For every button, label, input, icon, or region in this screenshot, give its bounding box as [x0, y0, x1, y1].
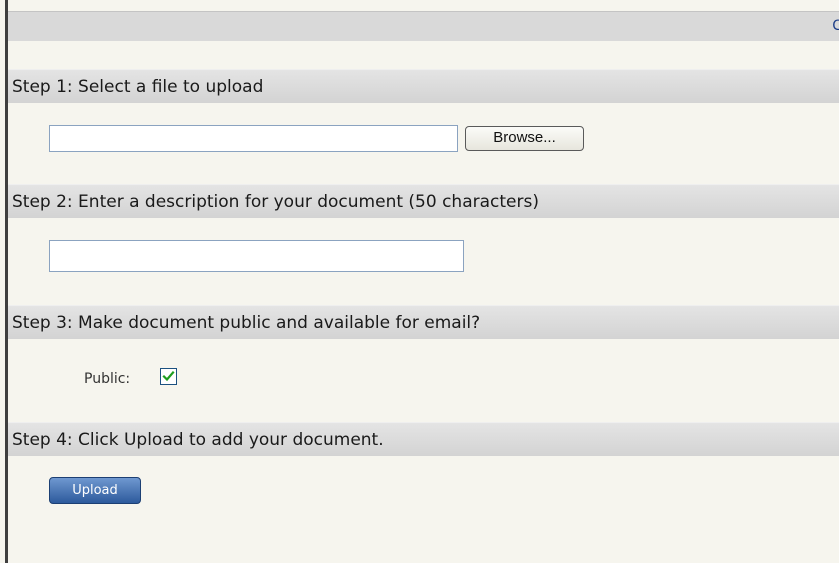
step-4-header: Step 4: Click Upload to add your documen…: [8, 422, 839, 456]
top-bar-text[interactable]: C: [832, 18, 839, 34]
description-input[interactable]: [49, 240, 464, 272]
step-1-title: Step 1: Select a file to upload: [12, 77, 264, 97]
public-checkbox[interactable]: [160, 368, 177, 385]
step-2-title: Step 2: Enter a description for your doc…: [12, 192, 539, 212]
top-bar: C: [8, 11, 839, 41]
checkmark-icon: [162, 370, 175, 382]
upload-button[interactable]: Upload: [49, 477, 141, 504]
step-3-header: Step 3: Make document public and availab…: [8, 305, 839, 339]
step-2-header: Step 2: Enter a description for your doc…: [8, 184, 839, 218]
public-label: Public:: [84, 371, 131, 387]
upload-dialog: C Step 1: Select a file to upload Browse…: [0, 0, 839, 563]
step-1-header: Step 1: Select a file to upload: [8, 69, 839, 103]
step-4-title: Step 4: Click Upload to add your documen…: [12, 430, 384, 450]
browse-button[interactable]: Browse...: [465, 126, 584, 151]
file-path-input[interactable]: [49, 125, 458, 152]
step-3-title: Step 3: Make document public and availab…: [12, 313, 481, 333]
